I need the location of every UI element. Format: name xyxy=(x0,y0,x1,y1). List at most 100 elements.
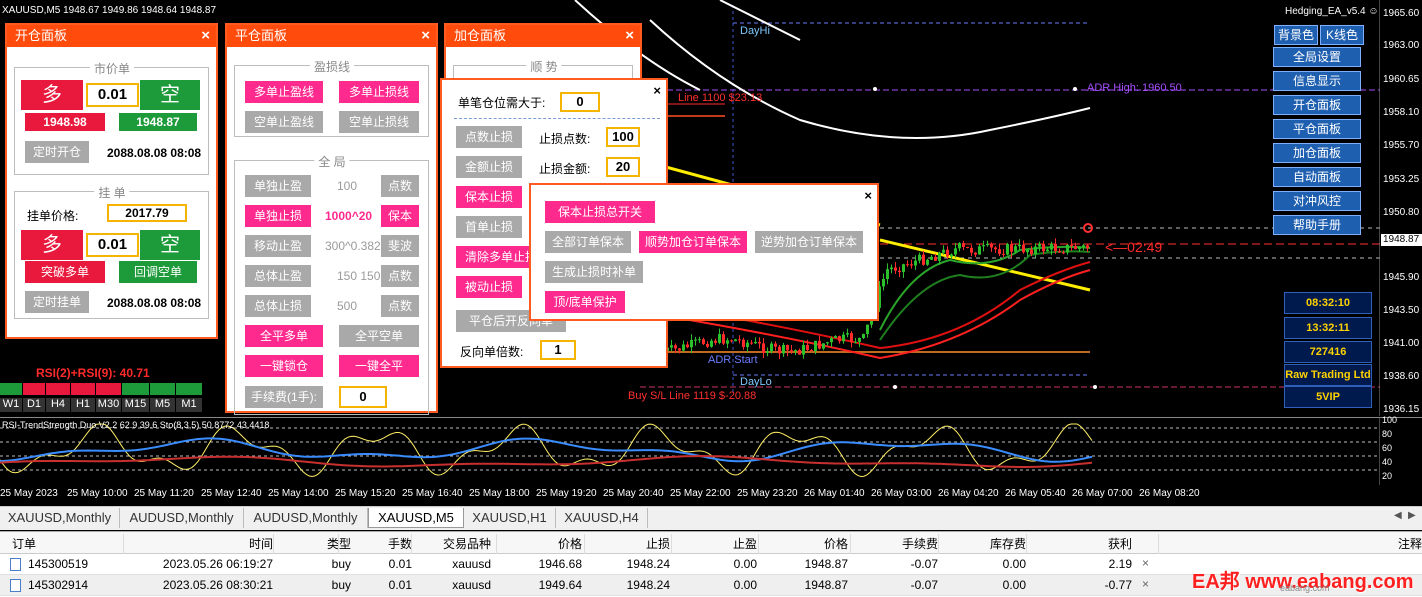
tab-nav-right-icon[interactable]: ▶ xyxy=(1408,510,1416,521)
close-all-button[interactable]: 一键全平 xyxy=(339,355,419,377)
breakout-buy-button[interactable]: 突破多单 xyxy=(25,261,105,283)
be-trend-orders-button[interactable]: 顺势加仓订单保本 xyxy=(639,231,747,253)
timed-pending-button[interactable]: 定时挂单 xyxy=(25,291,89,313)
close-order-icon[interactable]: × xyxy=(1142,577,1149,591)
pending-lots-input[interactable]: 0.01 xyxy=(86,233,139,257)
be-counter-orders-button[interactable]: 逆势加仓订单保本 xyxy=(755,231,863,253)
fee-input[interactable]: 0 xyxy=(339,386,387,408)
first-order-sl-button[interactable]: 首单止损 xyxy=(456,216,522,238)
indicator-scale-label: 40 xyxy=(1382,457,1393,467)
table-header-cell[interactable]: 获利 xyxy=(1028,534,1132,554)
market-bid-price[interactable]: 1948.98 xyxy=(25,113,105,131)
lock-button[interactable]: 一键锁仓 xyxy=(245,355,323,377)
chart-tab[interactable]: XAUUSD,H4 xyxy=(556,508,648,528)
breakeven-sl-button[interactable]: 保本止损 xyxy=(456,186,522,208)
market-short-button[interactable]: 空 xyxy=(140,80,200,110)
indicator-window[interactable]: RSI-TrendStrength Duo V2.2 62.9 39.6 Sto… xyxy=(0,415,1422,486)
global-row-button[interactable]: 单独止盈 xyxy=(245,175,311,197)
global-row-button[interactable]: 单独止损 xyxy=(245,205,311,227)
candle-color-button[interactable]: K线色 xyxy=(1320,25,1364,45)
right-menu-item[interactable]: 开仓面板 xyxy=(1273,95,1361,115)
global-row-button[interactable]: 移动止盈 xyxy=(245,235,311,257)
right-menu-item[interactable]: 全局设置 xyxy=(1273,47,1361,67)
table-header-cell[interactable]: 价格 xyxy=(760,534,848,554)
right-menu-item[interactable]: 自动面板 xyxy=(1273,167,1361,187)
global-row-unit-button[interactable]: 点数 xyxy=(381,295,419,317)
timeframe-label[interactable]: D1 xyxy=(23,398,45,412)
table-header-cell[interactable]: 交易品种 xyxy=(413,534,491,554)
be-all-orders-button[interactable]: 全部订单保本 xyxy=(545,231,631,253)
pending-long-button[interactable]: 多 xyxy=(21,230,83,260)
right-menu-item[interactable]: 平仓面板 xyxy=(1273,119,1361,139)
table-header-cell[interactable]: 订单 xyxy=(12,534,112,554)
chart-tab[interactable]: XAUUSD,M5 xyxy=(368,508,464,528)
timeframe-label[interactable]: H4 xyxy=(46,398,70,412)
buy-tp-line-button[interactable]: 多单止盈线 xyxy=(245,81,323,103)
reverse-mult-input[interactable]: 1 xyxy=(540,340,576,360)
market-ask-price[interactable]: 1948.87 xyxy=(119,113,197,131)
timeframe-label[interactable]: M1 xyxy=(176,398,202,412)
table-header-cell[interactable]: 时间 xyxy=(125,534,273,554)
table-cell: -0.07 xyxy=(910,557,938,571)
close-all-buy-button[interactable]: 全平多单 xyxy=(245,325,323,347)
gen-sl-fill-button[interactable]: 生成止损时补单 xyxy=(545,261,643,283)
open-panel-close-icon[interactable]: × xyxy=(201,25,210,47)
global-row-button[interactable]: 总体止盈 xyxy=(245,265,311,287)
right-menu-item[interactable]: 帮助手册 xyxy=(1273,215,1361,235)
global-row-button[interactable]: 总体止损 xyxy=(245,295,311,317)
top-bottom-protect-button[interactable]: 顶/底单保护 xyxy=(545,291,625,313)
stop-popup-close-icon[interactable]: × xyxy=(653,80,661,102)
bg-color-button[interactable]: 背景色 xyxy=(1274,25,1318,45)
candle-body xyxy=(826,342,829,344)
market-lots-input[interactable]: 0.01 xyxy=(86,83,139,107)
timeframe-label[interactable]: H1 xyxy=(71,398,95,412)
table-header-cell[interactable]: 库存费 xyxy=(940,534,1026,554)
table-header-cell[interactable]: 注释 xyxy=(1160,534,1422,554)
be-master-switch-button[interactable]: 保本止损总开关 xyxy=(545,201,655,223)
chart-tab[interactable]: XAUUSD,Monthly xyxy=(0,508,120,528)
pending-price-input[interactable]: 2017.79 xyxy=(107,204,187,222)
info-box: 727416 xyxy=(1284,341,1372,363)
tab-nav-left-icon[interactable]: ◀ xyxy=(1394,510,1402,521)
min-pos-input[interactable]: 0 xyxy=(560,92,600,112)
market-long-button[interactable]: 多 xyxy=(21,80,83,110)
points-input[interactable]: 100 xyxy=(606,127,640,147)
global-row-unit-button[interactable]: 点数 xyxy=(381,265,419,287)
sell-sl-line-button[interactable]: 空单止损线 xyxy=(339,111,419,133)
close-panel-close-icon[interactable]: × xyxy=(421,25,430,47)
amount-sl-button[interactable]: 金额止损 xyxy=(456,156,522,178)
add-panel-close-icon[interactable]: × xyxy=(625,25,634,47)
timed-open-button[interactable]: 定时开仓 xyxy=(25,141,89,163)
global-row-unit-button[interactable]: 斐波 xyxy=(381,235,419,257)
chart-tab[interactable]: AUDUSD,Monthly xyxy=(244,508,368,528)
global-row-unit-button[interactable]: 点数 xyxy=(381,175,419,197)
points-sl-button[interactable]: 点数止损 xyxy=(456,126,522,148)
sell-tp-line-button[interactable]: 空单止盈线 xyxy=(245,111,323,133)
right-menu-item[interactable]: 对冲风控 xyxy=(1273,191,1361,211)
pending-short-button[interactable]: 空 xyxy=(140,230,200,260)
table-header-cell[interactable]: 价格 xyxy=(498,534,582,554)
candle-body xyxy=(670,345,673,348)
table-header-cell[interactable]: 止盈 xyxy=(673,534,757,554)
table-header-cell[interactable]: 手续费 xyxy=(852,534,938,554)
pullback-sell-button[interactable]: 回调空单 xyxy=(119,261,197,283)
right-menu-item[interactable]: 信息显示 xyxy=(1273,71,1361,91)
right-menu-item[interactable]: 加仓面板 xyxy=(1273,143,1361,163)
timeframe-label[interactable]: M15 xyxy=(122,398,149,412)
candle-body xyxy=(886,269,889,279)
chart-tab[interactable]: XAUUSD,H1 xyxy=(464,508,556,528)
passive-sl-button[interactable]: 被动止损 xyxy=(456,276,522,298)
timeframe-label[interactable]: M5 xyxy=(150,398,175,412)
close-all-sell-button[interactable]: 全平空单 xyxy=(339,325,419,347)
be-popup-close-icon[interactable]: × xyxy=(864,185,872,207)
close-order-icon[interactable]: × xyxy=(1142,556,1149,570)
amount-input[interactable]: 20 xyxy=(606,157,640,177)
chart-tab[interactable]: AUDUSD,Monthly xyxy=(120,508,244,528)
timeframe-label[interactable]: M30 xyxy=(96,398,121,412)
buy-sl-line-button[interactable]: 多单止损线 xyxy=(339,81,419,103)
price-scale-label: 1955.70 xyxy=(1383,140,1420,151)
table-header-cell[interactable]: 止损 xyxy=(586,534,670,554)
table-header-cell[interactable]: 手数 xyxy=(340,534,412,554)
timeframe-label[interactable]: W1 xyxy=(0,398,22,412)
global-row-unit-button[interactable]: 保本 xyxy=(381,205,419,227)
